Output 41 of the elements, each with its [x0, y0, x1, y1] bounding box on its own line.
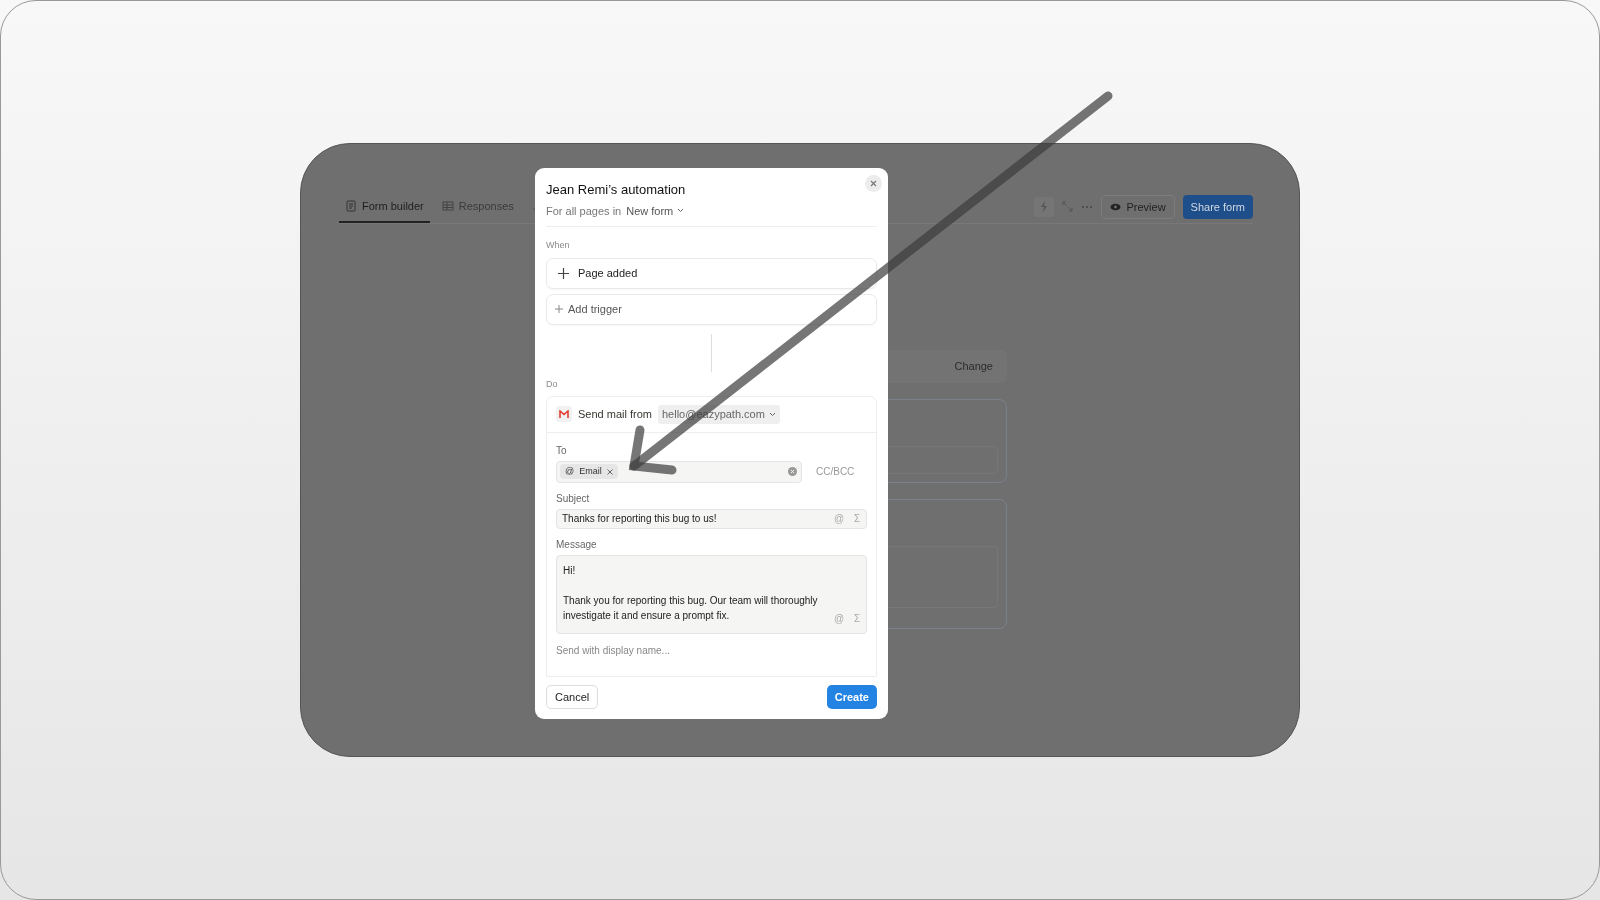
lightning-icon[interactable] [1040, 201, 1049, 213]
tab[interactable]: Form builder [339, 197, 430, 223]
remove-icon[interactable] [606, 468, 613, 475]
cancel-button[interactable]: Cancel [546, 684, 599, 709]
chevron-down-icon [677, 208, 685, 214]
section-label: When [546, 239, 571, 252]
cc-bcc-link[interactable]: CC/BCC [816, 464, 855, 479]
scope-label: For all pages in [546, 203, 622, 219]
dialog-title: Jean Remi’s automation [546, 181, 687, 199]
scope-dropdown[interactable]: New form [626, 202, 685, 219]
add-icon [558, 267, 569, 279]
mention-icon[interactable]: @ [830, 511, 848, 526]
action-label: Send mail from [578, 407, 652, 422]
section-label: Do [546, 377, 559, 391]
message-field[interactable]: Hi! Thank you for reporting this bug. Our team will thoroughly investigate it and ensure a prompt fix. @ Σ [556, 554, 867, 634]
clear-icon[interactable] [788, 467, 797, 476]
more-icon[interactable] [1081, 204, 1094, 209]
table-icon [441, 199, 454, 212]
close-icon [870, 180, 877, 187]
recipient-field[interactable]: @ Email [556, 460, 802, 483]
eye-icon [1110, 202, 1122, 211]
mail-icon [559, 410, 569, 419]
field-label: Subject [556, 491, 591, 506]
recipient-chip[interactable]: @ Email [560, 463, 618, 480]
trigger-card[interactable]: Page added [546, 257, 877, 289]
preview-button[interactable]: Preview [1101, 194, 1175, 219]
close-button[interactable] [865, 175, 882, 192]
expand-icon[interactable] [1062, 201, 1074, 213]
formula-icon[interactable]: Σ [848, 610, 866, 626]
field-label: Message [556, 537, 598, 552]
document-icon [345, 199, 357, 212]
create-button[interactable]: Create [826, 684, 877, 709]
add-icon [555, 305, 563, 313]
add-trigger-button[interactable]: Add trigger [546, 293, 877, 325]
formula-icon[interactable]: Σ [848, 511, 866, 526]
mention-icon[interactable]: @ [830, 610, 848, 626]
share-form-button[interactable]: Share form [1182, 194, 1253, 219]
chevron-down-icon [768, 411, 776, 417]
subject-field[interactable]: Thanks for reporting this bug to us! @ Σ [556, 508, 867, 529]
display-name-link[interactable]: Send with display name... [556, 642, 867, 658]
field-label: To [556, 443, 568, 458]
